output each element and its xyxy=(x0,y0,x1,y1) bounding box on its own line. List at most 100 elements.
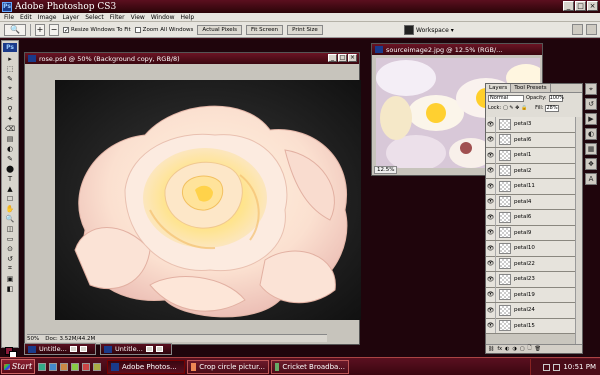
eye-icon[interactable]: 👁 xyxy=(486,287,496,303)
layer-row[interactable]: 👁 petal6 xyxy=(486,132,576,148)
layer-row[interactable]: 👁 petal22 xyxy=(486,256,576,272)
jump-to-imageready-icon[interactable]: ◧ xyxy=(3,284,17,293)
move-tool-icon[interactable]: ▸ xyxy=(3,54,17,63)
eye-icon[interactable]: 👁 xyxy=(486,163,496,179)
fill-input[interactable]: 28% xyxy=(545,104,560,112)
zoom-icon[interactable]: 🔍 xyxy=(4,23,26,36)
menu-image[interactable]: Image xyxy=(38,14,57,21)
menu-help[interactable]: Help xyxy=(181,14,195,21)
new-layer-icon[interactable]: 🗋 xyxy=(528,345,532,353)
layer-row[interactable]: 👁 petal2 xyxy=(486,163,576,179)
close-icon[interactable] xyxy=(79,346,87,352)
actual-pixels-button[interactable]: Actual Pixels xyxy=(197,24,242,35)
slice-tool-icon[interactable]: ⚲ xyxy=(3,104,17,113)
lock-icons[interactable]: ▢ ✎ ✥ 🔒 xyxy=(503,105,533,111)
minimized-window-1[interactable]: Untitle... xyxy=(24,343,96,355)
doc-maximize-button[interactable]: □ xyxy=(338,54,347,62)
quicklaunch-icon[interactable] xyxy=(49,362,57,371)
minimized-window-2[interactable]: Untitle... xyxy=(100,343,172,355)
fit-screen-button[interactable]: Fit Screen xyxy=(245,24,284,35)
hand-tool-icon[interactable]: ✋ xyxy=(3,204,17,213)
document-canvas[interactable] xyxy=(55,80,361,320)
eye-icon[interactable]: 👁 xyxy=(486,117,496,132)
lasso-tool-icon[interactable]: ✎ xyxy=(3,74,17,83)
menu-edit[interactable]: Edit xyxy=(20,14,32,21)
close-button[interactable]: × xyxy=(587,1,598,11)
taskbar-item-photoshop[interactable]: Adobe Photos... xyxy=(107,359,185,374)
healing-brush-icon[interactable]: ✦ xyxy=(3,114,17,123)
layer-mask-icon[interactable]: ◐ xyxy=(505,346,509,352)
taskbar-item-crop-circle[interactable]: Crop circle pictur... xyxy=(187,359,269,374)
restore-icon[interactable] xyxy=(69,346,77,352)
gradient-tool-icon[interactable]: ⬤ xyxy=(3,164,17,173)
zoom-in-icon[interactable]: + xyxy=(35,23,45,36)
menu-select[interactable]: Select xyxy=(85,14,104,21)
navigator-icon[interactable]: ⌖ xyxy=(585,83,597,95)
layer-row[interactable]: 👁 petal9 xyxy=(486,225,576,241)
quicklaunch-icon[interactable] xyxy=(93,362,101,371)
eye-icon[interactable]: 👁 xyxy=(486,271,496,287)
menu-window[interactable]: Window xyxy=(151,14,175,21)
layer-row[interactable]: 👁 petal11 xyxy=(486,178,576,195)
document-window-rose[interactable]: rose.psd @ 50% (Background copy, RGB/8) … xyxy=(24,52,361,345)
zoom-all-checkbox[interactable]: Zoom All Windows xyxy=(134,26,193,33)
close-icon[interactable] xyxy=(155,346,163,352)
eye-icon[interactable]: 👁 xyxy=(486,302,496,318)
link-layers-icon[interactable]: ⛓ xyxy=(488,346,494,352)
history-brush-icon[interactable]: ◐ xyxy=(3,144,17,153)
quicklaunch-icon[interactable] xyxy=(71,362,79,371)
quick-mask-icon[interactable]: ⌗ xyxy=(3,264,17,273)
menu-layer[interactable]: Layer xyxy=(62,14,79,21)
layer-row[interactable]: 👁 petal4 xyxy=(486,194,576,210)
quicklaunch-icon[interactable] xyxy=(82,362,90,371)
palette-well-icon[interactable] xyxy=(586,24,597,35)
start-button[interactable]: Start xyxy=(1,359,35,374)
zoom-out-icon[interactable]: − xyxy=(49,23,59,36)
layer-row[interactable]: 👁 petal24 xyxy=(486,302,576,319)
shape-tool-icon[interactable]: ☐ xyxy=(3,194,17,203)
screen-mode-icon[interactable]: ▣ xyxy=(3,274,17,283)
layer-row[interactable]: 👁 petal3 xyxy=(486,117,576,133)
menu-filter[interactable]: Filter xyxy=(110,14,125,21)
source-title-bar[interactable]: sourceimage2.jpg @ 12.5% (RGB/... xyxy=(372,44,542,55)
clock[interactable]: 10:51 PM xyxy=(563,363,596,371)
minimize-button[interactable]: _ xyxy=(563,1,574,11)
doc-size-info[interactable]: Doc: 3.52M/44.2M xyxy=(45,336,95,342)
swap-colors-icon[interactable]: ↺ xyxy=(3,254,17,263)
eye-icon[interactable]: 👁 xyxy=(486,178,496,194)
layer-row[interactable]: 👁 petal6 xyxy=(486,209,576,226)
taskbar-item-cricket[interactable]: Cricket Broadba... xyxy=(271,359,349,374)
eye-icon[interactable]: 👁 xyxy=(486,225,496,241)
eye-icon[interactable]: 👁 xyxy=(486,256,496,272)
resize-windows-checkbox[interactable]: ✓ Resize Windows To Fit xyxy=(63,26,131,33)
volume-icon[interactable] xyxy=(553,363,561,371)
eye-icon[interactable]: 👁 xyxy=(486,194,496,210)
layer-row[interactable]: 👁 petal1 xyxy=(486,147,576,164)
print-size-button[interactable]: Print Size xyxy=(287,24,323,35)
swatches-icon[interactable]: ▦ xyxy=(585,143,597,155)
history-icon[interactable]: ↺ xyxy=(585,98,597,110)
delete-layer-icon[interactable]: 🗑 xyxy=(535,346,541,352)
workspace-menu[interactable]: Workspace ▾ xyxy=(404,24,454,36)
blend-mode-select[interactable]: Normal xyxy=(488,94,524,102)
text-tool-icon[interactable]: T xyxy=(3,174,17,183)
layer-scrollbar[interactable] xyxy=(575,117,582,344)
menu-file[interactable]: File xyxy=(4,14,14,21)
eye-icon[interactable]: 👁 xyxy=(486,209,496,225)
brushes-icon[interactable] xyxy=(572,24,583,35)
dodge-tool-icon[interactable]: ⊙ xyxy=(3,244,17,253)
maximize-button[interactable]: □ xyxy=(575,1,586,11)
layer-row[interactable]: 👁 petal19 xyxy=(486,287,576,303)
doc-zoom-value[interactable]: 50% xyxy=(27,336,39,342)
doc-close-button[interactable]: × xyxy=(348,54,357,62)
layer-row[interactable]: 👁 petal10 xyxy=(486,240,576,257)
eye-icon[interactable]: 👁 xyxy=(486,318,496,334)
magic-wand-tool-icon[interactable]: ⌖ xyxy=(3,84,17,93)
clone-stamp-icon[interactable]: ▤ xyxy=(3,134,17,143)
crop-tool-icon[interactable]: ✂ xyxy=(3,94,17,103)
source-zoom-value[interactable]: 12.5% xyxy=(374,166,398,174)
layer-row[interactable]: 👁 petal15 xyxy=(486,318,576,334)
eraser-tool-icon[interactable]: ✎ xyxy=(3,154,17,163)
layer-row[interactable]: 👁 petal23 xyxy=(486,271,576,288)
layer-style-icon[interactable]: fx xyxy=(497,346,502,352)
